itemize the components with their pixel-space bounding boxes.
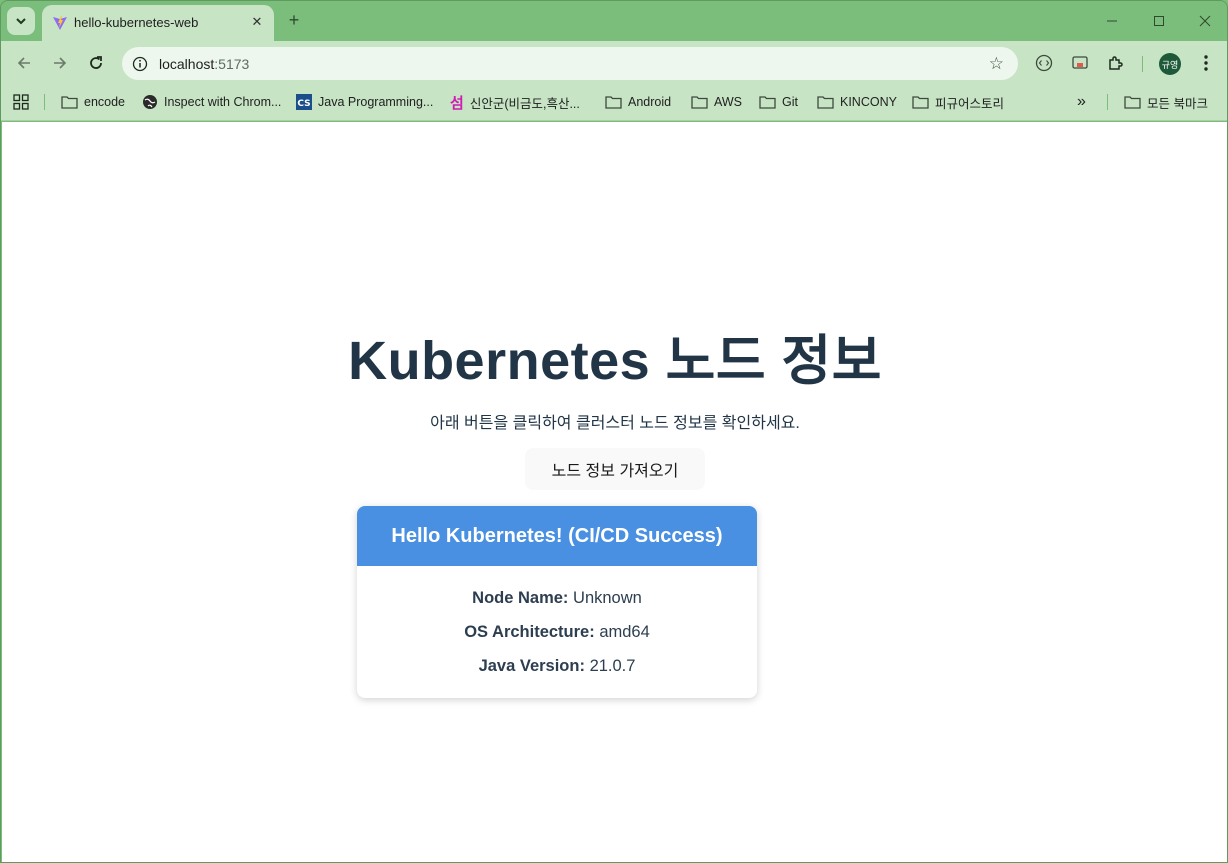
extensions-button[interactable] bbox=[1106, 53, 1126, 73]
bookmarks-bar: encode Inspect with Chrom... CS Java Pro… bbox=[1, 85, 1227, 121]
close-icon bbox=[1199, 15, 1211, 27]
browser-window: hello-kubernetes-web ✕ + localhost:5173 bbox=[0, 0, 1228, 863]
bookmark-label: Inspect with Chrom... bbox=[164, 95, 282, 109]
bookmarks-divider bbox=[44, 94, 45, 110]
new-tab-button[interactable]: + bbox=[283, 9, 305, 31]
folder-icon bbox=[817, 96, 834, 109]
info-icon bbox=[132, 56, 148, 72]
url-port: :5173 bbox=[214, 56, 250, 72]
arrow-right-icon bbox=[54, 57, 67, 69]
chevron-down-icon bbox=[16, 18, 26, 25]
java-version-value: 21.0.7 bbox=[589, 657, 636, 675]
menu-button[interactable] bbox=[1196, 53, 1216, 73]
cast-icon bbox=[1072, 56, 1088, 69]
site-info-button[interactable] bbox=[130, 54, 150, 74]
sum-icon: 섬 bbox=[450, 94, 464, 112]
maximize-icon bbox=[1154, 16, 1164, 26]
folder-icon bbox=[1124, 96, 1141, 109]
globe-icon bbox=[143, 95, 157, 109]
apps-grid-icon bbox=[13, 94, 29, 110]
page-content: Kubernetes 노드 정보 아래 버튼을 클릭하여 클러스터 노드 정보를… bbox=[2, 122, 1227, 862]
java-version-row: Java Version: 21.0.7 bbox=[357, 657, 757, 676]
node-name-row: Node Name: Unknown bbox=[357, 589, 757, 608]
card-header: Hello Kubernetes! (CI/CD Success) bbox=[357, 506, 757, 566]
page-description: 아래 버튼을 클릭하여 클러스터 노드 정보를 확인하세요. bbox=[430, 415, 800, 432]
bookmark-aws[interactable]: AWS bbox=[691, 93, 742, 111]
bookmark-java[interactable]: CS Java Programming... bbox=[296, 93, 433, 111]
close-window-button[interactable] bbox=[1195, 11, 1215, 31]
page-title: Kubernetes 노드 정보 bbox=[348, 331, 882, 391]
arrow-left-icon bbox=[17, 57, 30, 69]
bookmark-figure-story[interactable]: 피규어스토리 bbox=[912, 93, 1004, 111]
bookmark-encode[interactable]: encode bbox=[61, 93, 125, 111]
os-arch-value: amd64 bbox=[599, 623, 650, 641]
folder-icon bbox=[912, 96, 929, 109]
code-circle-icon bbox=[1035, 54, 1053, 72]
kebab-menu-icon bbox=[1204, 55, 1208, 71]
tab-close-icon[interactable]: ✕ bbox=[248, 13, 266, 31]
fetch-node-info-button[interactable]: 노드 정보 가져오기 bbox=[525, 448, 705, 490]
bookmark-label: Git bbox=[782, 95, 798, 109]
browser-toolbar: localhost:5173 ☆ 규영 bbox=[1, 41, 1227, 85]
bookmarks-divider bbox=[1107, 94, 1108, 110]
bookmark-kincony[interactable]: KINCONY bbox=[817, 93, 897, 111]
node-name-value: Unknown bbox=[573, 589, 642, 607]
bookmarks-overflow-button[interactable]: » bbox=[1077, 93, 1086, 111]
os-arch-label: OS Architecture: bbox=[464, 623, 595, 641]
reload-icon bbox=[90, 56, 102, 69]
profile-avatar[interactable]: 규영 bbox=[1159, 53, 1181, 75]
minimize-button[interactable] bbox=[1102, 11, 1122, 31]
bookmark-label: Android bbox=[628, 95, 672, 109]
vite-logo-icon bbox=[53, 16, 67, 30]
extension-button[interactable] bbox=[1034, 53, 1054, 73]
folder-icon bbox=[61, 96, 78, 109]
url-text: localhost:5173 bbox=[159, 56, 249, 72]
puzzle-icon bbox=[1109, 56, 1123, 70]
maximize-button[interactable] bbox=[1149, 11, 1169, 31]
tab-search-button[interactable] bbox=[7, 7, 35, 35]
bookmark-sinan[interactable]: 섬 신안군(비금도,흑산... bbox=[450, 93, 580, 112]
folder-icon bbox=[759, 96, 776, 109]
bookmark-git[interactable]: Git bbox=[759, 93, 798, 111]
bookmark-label: encode bbox=[84, 95, 126, 109]
toolbar-divider bbox=[1142, 56, 1143, 72]
browser-tab-active[interactable]: hello-kubernetes-web ✕ bbox=[42, 5, 274, 41]
apps-button[interactable] bbox=[13, 93, 29, 111]
tab-title: hello-kubernetes-web bbox=[74, 15, 199, 30]
bookmark-android[interactable]: Android bbox=[605, 93, 671, 111]
svg-text:CS: CS bbox=[297, 99, 310, 109]
bookmark-label: 신안군(비금도,흑산... bbox=[469, 96, 580, 111]
bookmark-label: 피규어스토리 bbox=[935, 96, 1005, 111]
bookmark-label: Java Programming... bbox=[318, 95, 434, 109]
back-button[interactable] bbox=[12, 51, 36, 75]
cs-icon: CS bbox=[296, 94, 312, 110]
cast-button[interactable] bbox=[1070, 53, 1090, 73]
all-bookmarks-button[interactable]: 모든 북마크 bbox=[1124, 93, 1208, 111]
forward-button[interactable] bbox=[48, 51, 72, 75]
address-bar[interactable]: localhost:5173 ☆ bbox=[122, 47, 1018, 80]
java-version-label: Java Version: bbox=[478, 657, 585, 675]
bookmark-label: KINCONY bbox=[840, 95, 897, 109]
bookmark-inspect[interactable]: Inspect with Chrom... bbox=[142, 93, 281, 111]
reload-button[interactable] bbox=[84, 51, 108, 75]
node-info-card: Hello Kubernetes! (CI/CD Success) Node N… bbox=[357, 506, 757, 698]
folder-icon bbox=[605, 96, 622, 109]
os-arch-row: OS Architecture: amd64 bbox=[357, 623, 757, 642]
node-name-label: Node Name: bbox=[472, 589, 569, 607]
tab-strip: hello-kubernetes-web ✕ + bbox=[1, 1, 1227, 41]
all-bookmarks-label: 모든 북마크 bbox=[1147, 96, 1208, 111]
minimize-icon bbox=[1107, 20, 1117, 22]
bookmark-label: AWS bbox=[714, 95, 743, 109]
url-host: localhost bbox=[159, 56, 215, 72]
bookmark-star-icon[interactable]: ☆ bbox=[989, 54, 1004, 74]
folder-icon bbox=[691, 96, 708, 109]
